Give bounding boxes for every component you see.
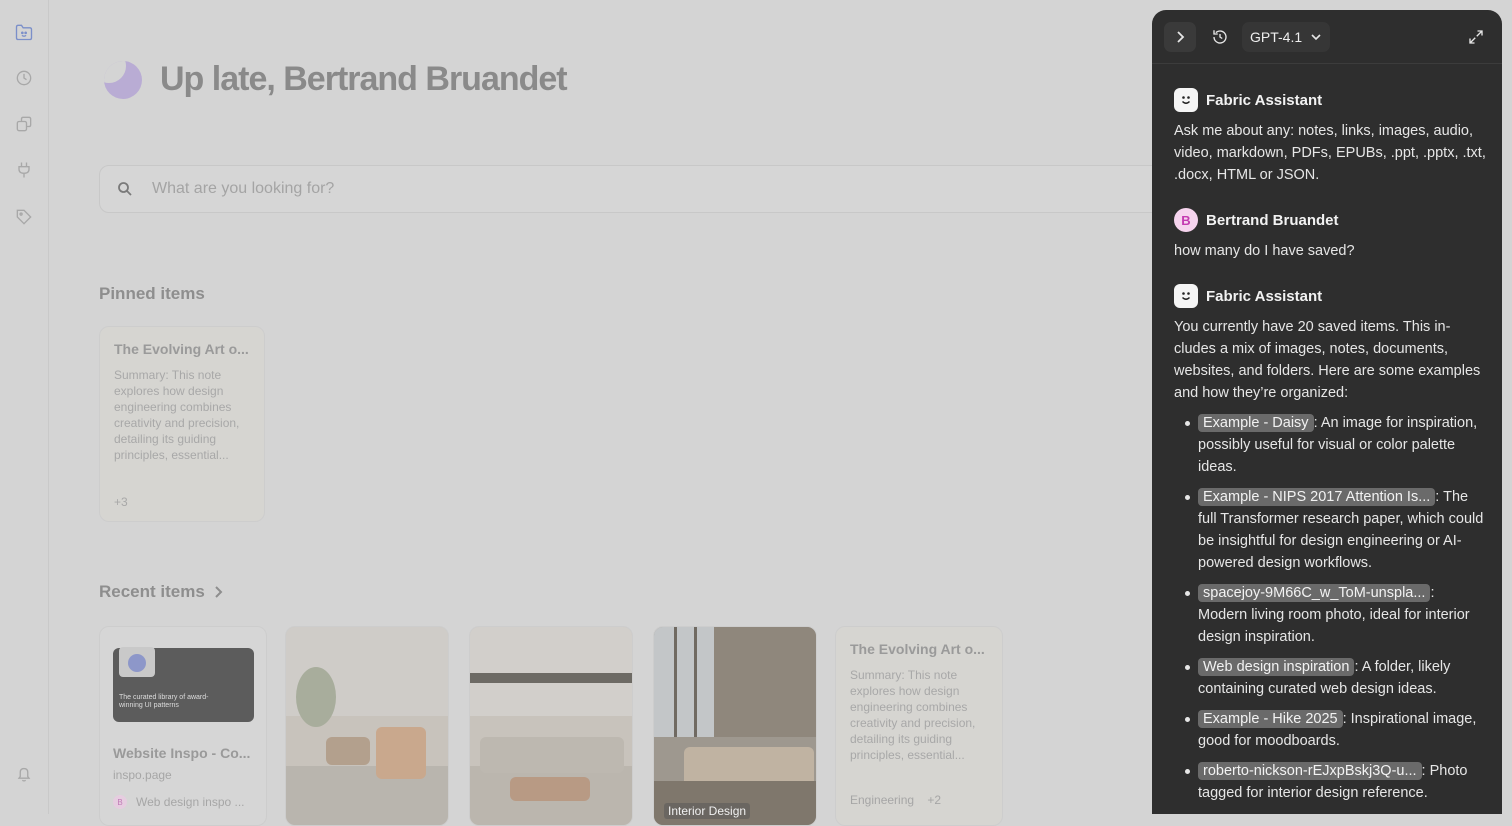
search-bar[interactable]: What are you looking for? — [99, 165, 1179, 213]
user-avatar: B — [1174, 208, 1198, 232]
author-name: Fabric Assistant — [1206, 287, 1323, 305]
website-card[interactable]: The curated library of award-winning UI … — [99, 626, 267, 826]
plug-icon[interactable] — [12, 158, 36, 182]
item-chip[interactable]: Example - NIPS 2017 Attention Is... — [1198, 488, 1436, 506]
item-chip[interactable]: Example - Daisy — [1198, 414, 1314, 432]
item-chip[interactable]: roberto-nickson-rEJxpBskj3Q-u... — [1198, 762, 1422, 780]
fabric-logo-icon[interactable] — [12, 20, 36, 44]
history-icon — [1213, 30, 1227, 44]
user-message: B Bertrand Bruandet how many do I have s… — [1174, 208, 1486, 262]
expand-panel-button[interactable] — [1460, 22, 1492, 52]
website-collection: B Web design inspo ... — [113, 795, 245, 809]
note-extra-count: +2 — [927, 793, 942, 807]
list-item: Web design inspiration: A folder, likely… — [1185, 656, 1486, 700]
item-chip[interactable]: Web design inspiration — [1198, 658, 1355, 676]
greeting-title: Up late, Bertrand Bruandet — [160, 60, 568, 98]
chevron-down-icon — [1311, 34, 1321, 41]
greeting-header: Up late, Bertrand Bruandet — [104, 60, 568, 99]
website-title: Website Inspo - Co... — [113, 745, 251, 761]
message-author: Fabric Assistant — [1174, 284, 1486, 308]
panel-header: GPT-4.1 — [1152, 10, 1502, 64]
pinned-section-title: Pinned items — [99, 284, 205, 304]
tag-icon[interactable] — [12, 205, 36, 229]
model-select[interactable]: GPT-4.1 — [1242, 22, 1331, 52]
assistant-avatar-icon — [1174, 88, 1198, 112]
message-author: B Bertrand Bruandet — [1174, 208, 1486, 232]
history-icon[interactable] — [12, 66, 36, 90]
expand-icon — [1469, 30, 1483, 44]
message-text: Ask me about any: notes, links, images, … — [1174, 123, 1486, 183]
collection-label: Web design inspo ... — [136, 795, 245, 809]
photo-tag[interactable]: Interior Design — [664, 803, 751, 819]
pinned-title-label: Pinned items — [99, 284, 205, 303]
note-tags: Engineering +2 — [850, 793, 941, 807]
assistant-message: Fabric Assistant You currently have 20 s… — [1174, 284, 1486, 804]
website-thumbnail: The curated library of award-winning UI … — [113, 647, 254, 722]
website-domain: inspo.page — [113, 768, 172, 782]
note-tag[interactable]: Engineering — [850, 793, 914, 807]
photo-card-2[interactable] — [469, 626, 633, 826]
saved-items-list: Example - Daisy: An image for inspira­ti… — [1174, 412, 1486, 804]
recent-section-title[interactable]: Recent items — [99, 582, 223, 602]
moon-icon — [104, 60, 142, 99]
item-chip[interactable]: spacejoy-9M66C_w_ToM-unspla... — [1198, 584, 1431, 602]
thumbnail-caption: The curated library of award-winning UI … — [119, 694, 209, 709]
note-title: The Evolving Art o... — [114, 341, 249, 357]
list-item: Example - Hike 2025: Inspirational im­ag… — [1185, 708, 1486, 752]
pinned-note-card[interactable]: The Evolving Art o... Summary: This note… — [99, 326, 265, 522]
history-button[interactable] — [1204, 22, 1236, 52]
author-name: Bertrand Bruandet — [1206, 211, 1339, 229]
message-text: You currently have 20 saved items. This … — [1174, 319, 1481, 401]
list-item: Example - Daisy: An image for inspira­ti… — [1185, 412, 1486, 478]
note-extra-count: +3 — [114, 495, 128, 509]
message-author: Fabric Assistant — [1174, 88, 1486, 112]
photo-card-1[interactable] — [285, 626, 449, 826]
list-item: Example - NIPS 2017 Attention Is...: The… — [1185, 486, 1486, 574]
recent-note-card[interactable]: The Evolving Art o... Summary: This note… — [835, 626, 1003, 826]
assistant-panel: GPT-4.1 Fabric Assistant Ask me about an… — [1152, 10, 1502, 814]
left-sidebar — [0, 0, 49, 814]
list-item: roberto-nickson-rEJxpBskj3Q-u...: Photo … — [1185, 760, 1486, 804]
photo-card-3[interactable]: Interior Design — [653, 626, 817, 826]
chevron-right-icon — [1177, 31, 1185, 43]
model-label: GPT-4.1 — [1250, 29, 1303, 45]
item-chip[interactable]: Example - Hike 2025 — [1198, 710, 1343, 728]
search-icon — [118, 182, 132, 196]
author-name: Fabric Assistant — [1206, 91, 1323, 109]
note-summary: Summary: This note explores how design e… — [850, 668, 976, 762]
note-title: The Evolving Art o... — [850, 641, 985, 657]
list-item: spacejoy-9M66C_w_ToM-unspla...: Modern l… — [1185, 582, 1486, 648]
assistant-message: Fabric Assistant Ask me about any: notes… — [1174, 88, 1486, 186]
collapse-panel-button[interactable] — [1164, 22, 1196, 52]
collections-icon[interactable] — [12, 112, 36, 136]
assistant-avatar-icon — [1174, 284, 1198, 308]
message-list: Fabric Assistant Ask me about any: notes… — [1174, 88, 1486, 814]
note-summary: Summary: This note explores how design e… — [114, 368, 240, 462]
bell-icon[interactable] — [12, 762, 36, 786]
search-input[interactable]: What are you looking for? — [152, 180, 334, 198]
user-avatar: B — [113, 795, 127, 809]
recent-title-label: Recent items — [99, 582, 205, 601]
message-text: how many do I have saved? — [1174, 243, 1355, 259]
chevron-right-icon — [215, 586, 223, 598]
